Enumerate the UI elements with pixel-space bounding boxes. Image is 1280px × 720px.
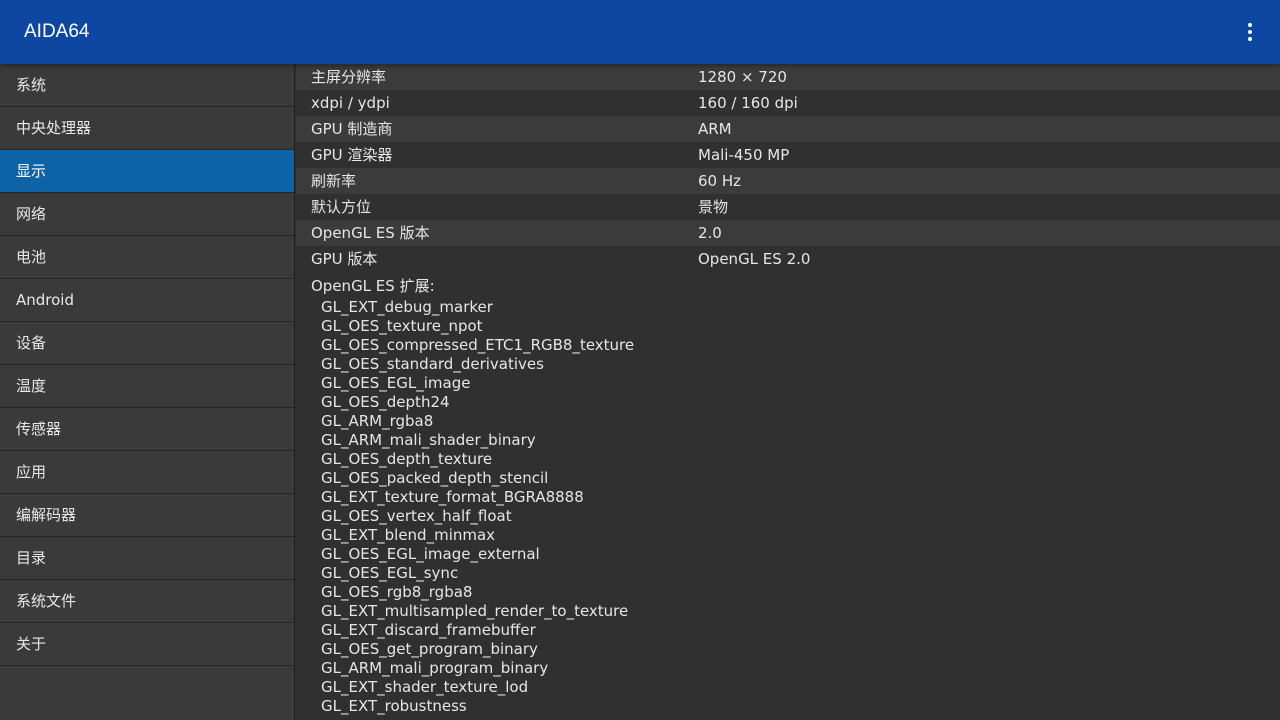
info-value: 景物: [698, 198, 729, 216]
extensions-label: OpenGL ES 扩展:: [311, 277, 435, 295]
extension-item: GL_EXT_texture_format_BGRA8888: [321, 488, 584, 506]
sidebar-item[interactable]: 网络: [0, 193, 294, 236]
info-label: 刷新率: [311, 172, 357, 190]
extension-item: GL_OES_get_program_binary: [321, 640, 538, 658]
app-bar: AIDA64: [0, 0, 1280, 64]
extension-item: GL_OES_depth_texture: [321, 450, 493, 468]
info-row: 默认方位 景物: [296, 194, 1280, 220]
sidebar-item[interactable]: 显示: [0, 150, 294, 193]
info-value: ARM: [698, 120, 732, 138]
extension-item: GL_OES_texture_npot: [321, 317, 483, 335]
info-row: OpenGL ES 版本 2.0: [296, 220, 1280, 246]
info-value: 160 / 160 dpi: [698, 94, 798, 112]
info-row: 刷新率 60 Hz: [296, 168, 1280, 194]
info-value: Mali-450 MP: [698, 146, 790, 164]
extension-item: GL_OES_EGL_sync: [321, 564, 459, 582]
extension-item: GL_EXT_discard_framebuffer: [321, 621, 536, 639]
info-row: GPU 渲染器 Mali-450 MP: [296, 142, 1280, 168]
extension-item: GL_OES_compressed_ETC1_RGB8_texture: [321, 336, 635, 354]
info-row: xdpi / ydpi 160 / 160 dpi: [296, 90, 1280, 116]
extension-item: GL_OES_vertex_half_float: [321, 507, 512, 525]
sidebar-item[interactable]: Android: [0, 279, 294, 322]
sidebar-item[interactable]: 温度: [0, 365, 294, 408]
app-title: AIDA64: [24, 21, 90, 42]
extension-item: GL_ARM_rgba8: [321, 412, 434, 430]
extension-item: GL_ARM_mali_shader_binary: [321, 431, 536, 449]
sidebar-item[interactable]: 编解码器: [0, 494, 294, 537]
sidebar-item[interactable]: 关于: [0, 623, 294, 666]
display-info-table: 主屏分辨率 1280 × 720 xdpi / ydpi 160 / 160 dpi G…: [296, 64, 1280, 272]
info-label: 主屏分辨率: [311, 68, 387, 86]
extension-item: GL_EXT_multisampled_render_to_texture: [321, 602, 629, 620]
sidebar-item[interactable]: 传感器: [0, 408, 294, 451]
extension-item: GL_OES_packed_depth_stencil: [321, 469, 549, 487]
info-row: GPU 版本 OpenGL ES 2.0: [296, 246, 1280, 272]
extension-item: GL_EXT_blend_minmax: [321, 526, 496, 544]
info-label: GPU 制造商: [311, 120, 393, 138]
info-label: xdpi / ydpi: [311, 94, 390, 112]
sidebar-item[interactable]: 系统: [0, 64, 294, 107]
menu-dot: [1248, 30, 1252, 34]
extension-item: GL_OES_depth24: [321, 393, 450, 411]
extension-item: GL_ARM_mali_program_binary: [321, 659, 549, 677]
info-label: OpenGL ES 版本: [311, 224, 430, 242]
extension-item: GL_OES_rgb8_rgba8: [321, 583, 473, 601]
sidebar: 系统 中央处理器 显示 网络 电池 Android 设备 温度 传感器 应用 编解码器 目录 系统文件关…: [0, 64, 295, 720]
info-value: 60 Hz: [698, 172, 742, 190]
info-row: GPU 制造商 ARM: [296, 116, 1280, 142]
info-value: OpenGL ES 2.0: [698, 250, 811, 268]
sidebar-item[interactable]: 电池: [0, 236, 294, 279]
info-label: GPU 版本: [311, 250, 378, 268]
menu-dot: [1248, 37, 1252, 41]
extension-item: GL_OES_EGL_image_external: [321, 545, 540, 563]
sidebar-item[interactable]: 应用: [0, 451, 294, 494]
sidebar-item[interactable]: 系统文件: [0, 580, 294, 623]
extension-item: GL_OES_standard_derivatives: [321, 355, 544, 373]
extension-item: GL_EXT_debug_marker: [321, 298, 493, 316]
extension-item: GL_EXT_robustness: [321, 697, 467, 715]
sidebar-item[interactable]: 目录: [0, 537, 294, 580]
info-label: 默认方位: [311, 198, 372, 216]
info-label: GPU 渲染器: [311, 146, 393, 164]
info-value: 2.0: [698, 224, 722, 242]
display-info-panel[interactable]: 主屏分辨率 1280 × 720 xdpi / ydpi 160 / 160 dpi G…: [296, 64, 1280, 720]
sidebar-item[interactable]: 中央处理器: [0, 107, 294, 150]
more-vert-icon[interactable]: [1240, 20, 1260, 44]
extensions-list: GL_EXT_debug_marker GL_OES_texture_npot GL…: [296, 298, 1280, 716]
extension-item: GL_EXT_shader_texture_lod: [321, 678, 529, 696]
menu-dot: [1248, 23, 1252, 27]
info-row: 主屏分辨率 1280 × 720: [296, 64, 1280, 90]
info-value: 1280 × 720: [698, 68, 787, 86]
extension-item: GL_OES_EGL_image: [321, 374, 471, 392]
sidebar-item[interactable]: 设备: [0, 322, 294, 365]
